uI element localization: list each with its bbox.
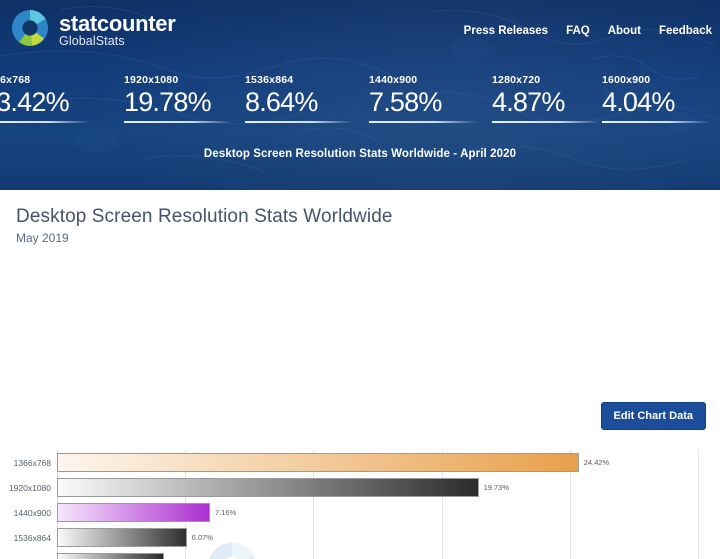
- bar-track: 7.16%: [57, 500, 720, 525]
- bar-value-label: 19.73%: [483, 483, 509, 492]
- bar-track: 24.42%: [57, 450, 720, 475]
- site-header-banner: statcounter GlobalStats Press Releases F…: [0, 0, 720, 190]
- brand-subtitle: GlobalStats: [59, 34, 125, 49]
- header-nav: Press Releases FAQ About Feedback: [464, 25, 712, 37]
- brand-name: statcounter: [59, 11, 176, 37]
- stat-value: 4.87%: [492, 87, 565, 117]
- stat-resolution: 1536x864: [245, 74, 294, 86]
- stat-resolution: 1280x720: [492, 74, 541, 86]
- chart-bar[interactable]: [57, 528, 187, 547]
- nav-link-press-releases[interactable]: Press Releases: [464, 25, 548, 37]
- stat-item[interactable]: 1280x720 4.87%: [492, 74, 602, 124]
- chart-bar-row: 1366x768 24.42%: [0, 450, 720, 475]
- chart-period-label: May 2019: [16, 231, 69, 245]
- chart-bar[interactable]: [57, 478, 479, 497]
- bar-category-label: 1536x864: [13, 532, 51, 543]
- bar-value-label: 24.42%: [583, 458, 610, 467]
- bar-track: 6.07%: [57, 525, 720, 550]
- stat-item[interactable]: 1440x900 7.58%: [369, 74, 492, 124]
- page-title: Desktop Screen Resolution Stats Worldwid…: [16, 206, 393, 227]
- donut-chart-logo-icon: [10, 8, 50, 53]
- chart-bar-row: 1536x864 6.07%: [0, 525, 720, 550]
- stat-item[interactable]: 1536x864 8.64%: [245, 74, 369, 124]
- chart-bar-row: 1920x1080 19.73%: [0, 475, 720, 500]
- bar-category-label: 1366x768: [13, 457, 51, 468]
- bar-category-label: 1440x900: [13, 507, 51, 518]
- stat-value: 7.58%: [369, 87, 442, 117]
- stat-value: 23.42%: [0, 87, 70, 117]
- edit-chart-data-button[interactable]: Edit Chart Data: [600, 402, 706, 430]
- bar-value-label: 7.16%: [214, 508, 237, 517]
- top-stats-row: 1366x768 23.42% 1920x1080 19.78% 1536x86…: [0, 74, 720, 124]
- banner-caption: Desktop Screen Resolution Stats Worldwid…: [203, 148, 517, 160]
- bar-category-label: 1920x1080: [8, 482, 51, 493]
- stat-item[interactable]: 1366x768 23.42%: [0, 74, 124, 124]
- stat-underline: [245, 121, 353, 124]
- nav-link-feedback[interactable]: Feedback: [659, 25, 712, 37]
- stat-resolution: 1366x768: [0, 74, 31, 86]
- chart-bar[interactable]: [57, 553, 165, 559]
- stat-value: 4.04%: [602, 87, 675, 117]
- nav-link-faq[interactable]: FAQ: [566, 25, 590, 37]
- chart-bar[interactable]: [57, 503, 210, 522]
- stat-item[interactable]: 1920x1080 19.78%: [124, 74, 245, 124]
- bar-track: 19.73%: [57, 475, 720, 500]
- stat-resolution: 1440x900: [369, 74, 418, 86]
- bar-value-label: 6.07%: [191, 533, 213, 542]
- chart-bar-row: 1600x9005.02%: [0, 550, 720, 559]
- chart-bar[interactable]: [57, 453, 579, 472]
- stat-resolution: 1920x1080: [124, 74, 179, 86]
- chart-bar-rows: 1366x768 24.42% 1920x1080 19.73% 1440x900 7.1…: [0, 450, 720, 559]
- chart-header: Desktop Screen Resolution Stats Worldwid…: [0, 190, 720, 248]
- stat-underline: [492, 121, 600, 124]
- brand-logo-block[interactable]: statcounter GlobalStats: [10, 8, 176, 53]
- chart-card: Desktop Screen Resolution Stats Worldwid…: [0, 190, 720, 559]
- stat-underline: [124, 121, 232, 124]
- stat-underline: [0, 121, 90, 124]
- stat-value: 19.78%: [124, 87, 212, 117]
- bar-track: 5.02%: [57, 550, 720, 559]
- stat-underline: [369, 121, 477, 124]
- stat-resolution: 1600x900: [602, 74, 651, 86]
- stat-underline: [602, 121, 710, 124]
- bar-chart-plot: statcounter 1366x76824.42%1920x108019.73…: [0, 448, 720, 559]
- nav-link-about[interactable]: About: [608, 25, 641, 37]
- stat-item[interactable]: 1600x900 4.04%: [602, 74, 712, 124]
- stat-value: 8.64%: [245, 87, 318, 117]
- chart-bar-row: 1440x900 7.16%: [0, 500, 720, 525]
